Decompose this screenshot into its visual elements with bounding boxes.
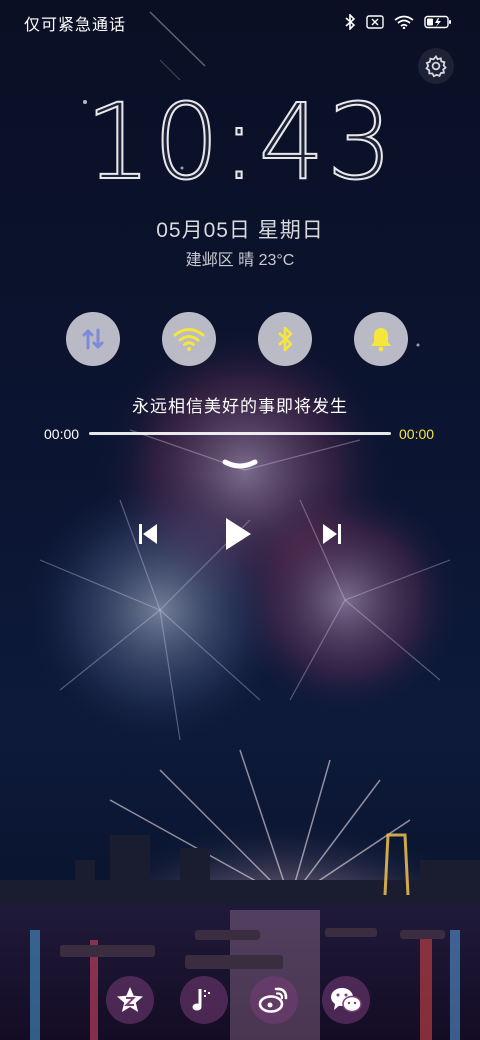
no-sim-icon xyxy=(366,15,384,29)
music-shortcut[interactable] xyxy=(180,976,228,1024)
battery-charging-icon xyxy=(424,15,451,29)
sound-toggle[interactable] xyxy=(354,312,408,366)
skip-next-icon xyxy=(323,524,341,544)
weather-info: 建邺区 晴 23°C xyxy=(185,252,295,269)
weibo-shortcut[interactable] xyxy=(250,976,298,1024)
wifi-icon xyxy=(173,328,205,351)
chevron-down-icon xyxy=(222,459,258,469)
wifi-icon xyxy=(394,15,414,29)
collapse-handle[interactable] xyxy=(222,458,258,477)
wechat-icon xyxy=(331,988,362,1013)
music-note-icon xyxy=(192,989,210,1011)
skip-previous-icon xyxy=(139,524,157,544)
sync-icon xyxy=(82,328,104,350)
play-icon xyxy=(226,518,251,550)
bluetooth-toggle[interactable] xyxy=(258,312,312,366)
sync-toggle[interactable] xyxy=(66,312,120,366)
weibo-icon xyxy=(258,987,288,1013)
gear-icon xyxy=(425,54,447,78)
previous-button[interactable] xyxy=(128,516,168,552)
status-icons xyxy=(344,14,452,30)
elapsed-time: 00:00 xyxy=(44,426,80,442)
total-time: 00:00 xyxy=(399,426,435,442)
wifi-toggle[interactable] xyxy=(162,312,216,366)
bell-icon xyxy=(371,328,391,352)
progress-bar[interactable] xyxy=(89,432,391,435)
bluetooth-icon xyxy=(345,14,356,30)
lock-clock: 10:43 xyxy=(84,81,395,203)
song-title: 永远相信美好的事即将发生 xyxy=(132,397,348,416)
qzone-star-icon xyxy=(117,987,143,1012)
wechat-shortcut[interactable] xyxy=(322,976,370,1024)
bluetooth-icon xyxy=(278,326,293,352)
emergency-calls-only-text: 仅可紧急通话 xyxy=(24,17,127,34)
qzone-shortcut[interactable] xyxy=(106,976,154,1024)
settings-button[interactable] xyxy=(418,48,454,84)
play-button[interactable] xyxy=(218,516,258,552)
lock-date: 05月05日 星期日 xyxy=(156,219,324,242)
next-button[interactable] xyxy=(312,516,352,552)
